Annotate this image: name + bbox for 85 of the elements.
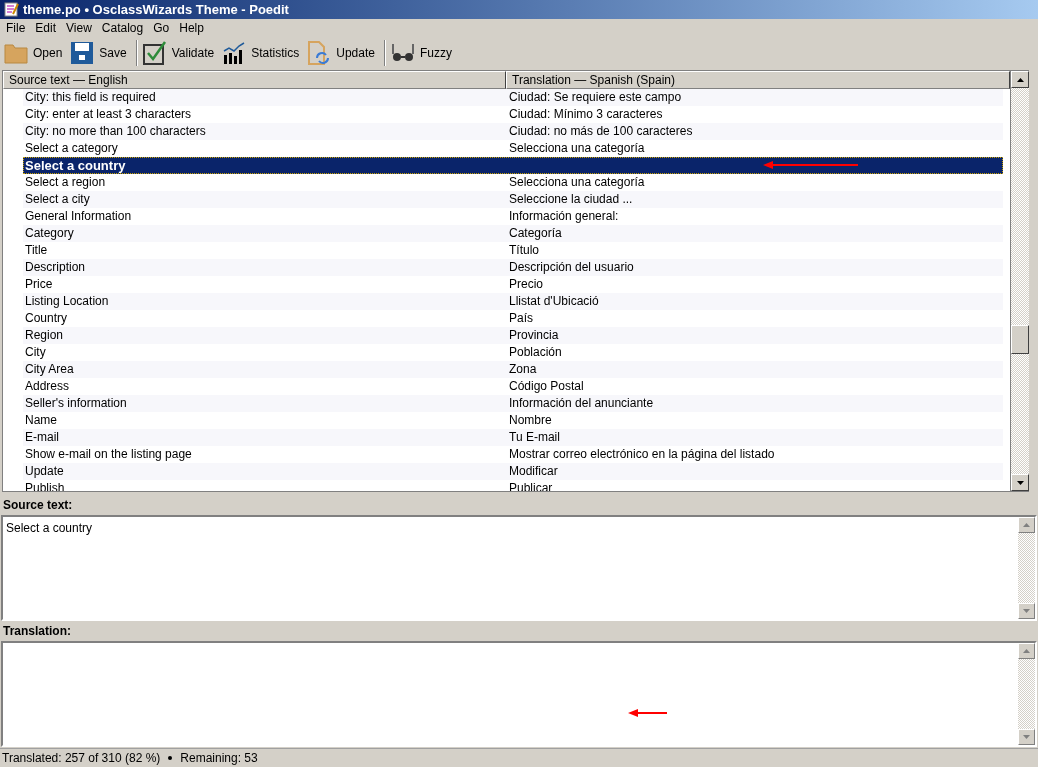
glasses-icon bbox=[390, 42, 415, 64]
up-arrow-icon bbox=[1016, 77, 1024, 82]
translation-cell-text: Código Postal bbox=[509, 378, 585, 395]
source-cell-text: City bbox=[24, 344, 47, 361]
source-cell-text: Select a city bbox=[24, 191, 91, 208]
panel-label: Source text: bbox=[2, 497, 74, 513]
source-cell-text: Category bbox=[24, 225, 75, 242]
selected-row[interactable]: Select a country bbox=[23, 157, 1003, 174]
source-cell-text: Show e-mail on the listing page bbox=[24, 446, 193, 463]
menu-item[interactable]: Go bbox=[148, 19, 175, 37]
source-cell-text: General Information bbox=[24, 208, 133, 225]
translation-cell-text: Precio bbox=[509, 276, 544, 293]
translation-cell-text: Nombre bbox=[509, 412, 553, 429]
source-cell-text: Price bbox=[24, 276, 54, 293]
toolbar-button[interactable]: Fuzzy bbox=[388, 39, 454, 67]
up-arrow-icon bbox=[1023, 523, 1030, 527]
app-icon bbox=[4, 2, 19, 17]
source-cell-text: Select a country bbox=[24, 157, 127, 174]
down-arrow-icon bbox=[1023, 735, 1030, 739]
source-cell-text: Description bbox=[24, 259, 87, 276]
translation-cell-text: Selecciona una categoría bbox=[509, 174, 646, 191]
translation-cell-text: País bbox=[509, 310, 534, 327]
translation-cell-text: Llistat d'Ubicació bbox=[509, 293, 600, 310]
folder-icon bbox=[4, 42, 28, 64]
scroll-thumb[interactable] bbox=[1011, 325, 1029, 354]
source-cell-text: Country bbox=[24, 310, 69, 327]
menu-item[interactable]: File bbox=[1, 19, 31, 37]
menu-item[interactable]: Catalog bbox=[96, 19, 149, 37]
document-refresh-icon bbox=[307, 41, 332, 65]
down-arrow-icon bbox=[1023, 609, 1030, 613]
column-header[interactable]: Translation — Spanish (Spain) bbox=[506, 71, 1010, 89]
source-cell-text: Region bbox=[24, 327, 65, 344]
translation-cell-text: Información del anunciante bbox=[509, 395, 655, 412]
up-arrow-icon bbox=[1023, 649, 1030, 653]
source-cell-text: Select a region bbox=[24, 174, 107, 191]
translation-cell-text: Seleccione la ciudad ... bbox=[509, 191, 634, 208]
menu-item[interactable]: View bbox=[61, 19, 97, 37]
toolbar-button[interactable]: Statistics bbox=[220, 39, 302, 67]
column-header[interactable]: Source text — English bbox=[3, 71, 506, 89]
translation-cell-text: Modificar bbox=[509, 463, 559, 480]
chart-icon bbox=[222, 42, 247, 64]
menu-item[interactable]: Edit bbox=[30, 19, 62, 37]
translation-cell-text: Selecciona una categoría bbox=[509, 140, 646, 157]
translation-cell-text: Zona bbox=[509, 361, 538, 378]
translation-cell-text: Ciudad: Mínimo 3 caracteres bbox=[509, 106, 664, 123]
source-cell-text: Address bbox=[24, 378, 71, 395]
translation-cell-text: Información general: bbox=[509, 208, 620, 225]
scroll-up-button[interactable] bbox=[1011, 71, 1029, 88]
source-cell-text: Title bbox=[24, 242, 49, 259]
scrollbar[interactable] bbox=[1011, 70, 1029, 492]
menu-item[interactable]: Help bbox=[174, 19, 209, 37]
translation-field[interactable] bbox=[1, 641, 1037, 747]
checkmark-icon bbox=[142, 41, 167, 65]
translation-cell-text: Mostrar correo electrónico en la página del listado bbox=[509, 446, 776, 463]
window-title: theme.po • OsclassWizards Theme - Poedit bbox=[23, 0, 289, 19]
toolbar-button[interactable]: Update bbox=[305, 39, 377, 67]
scroll-down-button[interactable] bbox=[1011, 474, 1029, 491]
translation-cell-text: Ciudad: no más de 100 caracteres bbox=[509, 123, 694, 140]
source-cell-text: E-mail bbox=[24, 429, 60, 446]
source-cell-text: City: this field is required bbox=[24, 89, 157, 106]
annotation-arrow bbox=[628, 709, 668, 717]
translation-cell-text: Provincia bbox=[509, 327, 560, 344]
source-cell-text: Select a category bbox=[24, 140, 119, 157]
toolbar-button[interactable]: Validate bbox=[140, 39, 217, 67]
translation-cell-text: Población bbox=[509, 344, 563, 361]
source-cell-text: Name bbox=[24, 412, 58, 429]
translation-cell-text: Ciudad: Se requiere este campo bbox=[509, 89, 683, 106]
translation-cell-text: Categoría bbox=[509, 225, 563, 242]
status-remaining: Remaining: 53 bbox=[180, 750, 258, 767]
source-cell-text: Update bbox=[24, 463, 65, 480]
source-cell-text: City: enter at least 3 characters bbox=[24, 106, 193, 123]
source-cell-text: Seller's information bbox=[24, 395, 128, 412]
down-arrow-icon bbox=[1016, 480, 1024, 485]
panel-label: Translation: bbox=[2, 623, 72, 639]
status-translated: Translated: 257 of 310 (82 %) bbox=[2, 750, 161, 767]
source-cell-text: City: no more than 100 characters bbox=[24, 123, 207, 140]
toolbar-button[interactable]: Save bbox=[68, 39, 129, 67]
translation-cell-text: Descripción del usuario bbox=[509, 259, 635, 276]
source-cell-text: Listing Location bbox=[24, 293, 110, 310]
translation-cell-text: Título bbox=[509, 242, 540, 259]
source-text: Select a country bbox=[6, 521, 93, 535]
toolbar-button[interactable]: Open bbox=[2, 39, 65, 67]
source-cell-text: City Area bbox=[24, 361, 75, 378]
source-text-area[interactable]: Select a country bbox=[1, 515, 1037, 621]
translation-cell-text: Tu E-mail bbox=[509, 429, 561, 446]
